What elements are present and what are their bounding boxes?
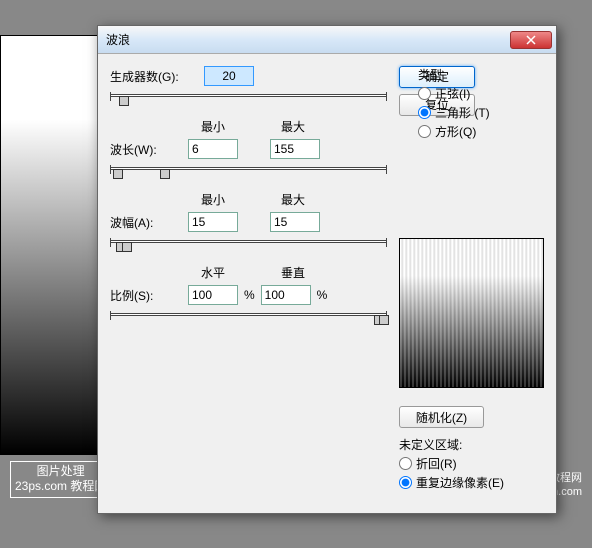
radio-triangle-input[interactable] xyxy=(418,106,431,119)
dialog-title: 波浪 xyxy=(106,31,510,48)
undefined-area-label: 未定义区域: xyxy=(399,436,544,453)
radio-sine-input[interactable] xyxy=(418,87,431,100)
type-fieldset: 类型 正弦(I) 三角形 (T) 方形(Q) xyxy=(418,66,518,142)
pct-1: % xyxy=(244,288,255,302)
pct-2: % xyxy=(317,288,328,302)
wavelength-min-input[interactable] xyxy=(188,139,238,159)
radio-square-label: 方形(Q) xyxy=(435,123,476,140)
amplitude-slider[interactable] xyxy=(110,236,387,248)
radio-triangle-label: 三角形 (T) xyxy=(435,104,490,121)
preview-panel xyxy=(399,238,544,388)
radio-wrap-label: 折回(R) xyxy=(416,455,457,472)
titlebar[interactable]: 波浪 xyxy=(98,26,556,54)
watermark-left-line1: 图片处理 xyxy=(15,464,106,480)
radio-sine[interactable]: 正弦(I) xyxy=(418,85,518,102)
wavelength-slider[interactable] xyxy=(110,163,387,175)
header-max: 最大 xyxy=(268,118,318,135)
radio-sine-label: 正弦(I) xyxy=(435,85,470,102)
amplitude-min-input[interactable] xyxy=(188,212,238,232)
watermark-left-line2: 23ps.com 教程网 xyxy=(15,479,106,495)
header-horizontal: 水平 xyxy=(188,264,238,281)
undefined-area-fieldset: 未定义区域: 折回(R) 重复边缘像素(E) xyxy=(399,436,544,493)
header-min: 最小 xyxy=(188,118,238,135)
generators-slider[interactable] xyxy=(110,90,387,102)
radio-square-input[interactable] xyxy=(418,125,431,138)
close-button[interactable] xyxy=(510,31,552,49)
generators-label: 生成器数(G): xyxy=(110,68,182,85)
radio-wrap-input[interactable] xyxy=(399,457,412,470)
radio-repeat[interactable]: 重复边缘像素(E) xyxy=(399,474,544,491)
radio-repeat-label: 重复边缘像素(E) xyxy=(416,474,504,491)
wavelength-max-input[interactable] xyxy=(270,139,320,159)
scale-label: 比例(S): xyxy=(110,287,182,304)
close-icon xyxy=(526,35,536,45)
amplitude-max-input[interactable] xyxy=(270,212,320,232)
header-max-2: 最大 xyxy=(268,191,318,208)
amplitude-label: 波幅(A): xyxy=(110,214,182,231)
radio-triangle[interactable]: 三角形 (T) xyxy=(418,104,518,121)
type-label: 类型 xyxy=(418,66,518,83)
wave-dialog: 波浪 生成器数(G): 最小 最大 波长(W): xyxy=(97,25,557,514)
generators-input[interactable] xyxy=(204,66,254,86)
scale-slider[interactable] xyxy=(110,309,387,321)
wavelength-label: 波长(W): xyxy=(110,141,182,158)
radio-repeat-input[interactable] xyxy=(399,476,412,489)
header-vertical: 垂直 xyxy=(268,264,318,281)
radio-wrap[interactable]: 折回(R) xyxy=(399,455,544,472)
scale-h-input[interactable] xyxy=(188,285,238,305)
header-min-2: 最小 xyxy=(188,191,238,208)
scale-v-input[interactable] xyxy=(261,285,311,305)
radio-square[interactable]: 方形(Q) xyxy=(418,123,518,140)
randomize-button[interactable]: 随机化(Z) xyxy=(399,406,484,428)
